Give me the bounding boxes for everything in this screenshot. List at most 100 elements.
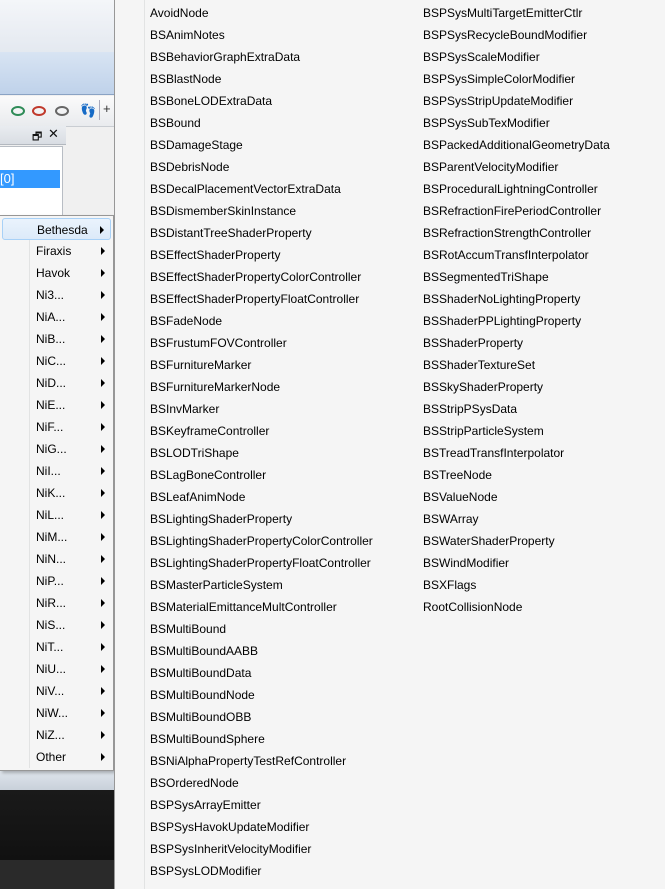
block-type-item[interactable]: BSPSysMultiTargetEmitterCtlr	[423, 2, 582, 24]
block-type-item[interactable]: BSMasterParticleSystem	[150, 574, 283, 596]
block-type-item[interactable]: BSEffectShaderProperty	[150, 244, 281, 266]
block-type-item[interactable]: BSBlastNode	[150, 68, 221, 90]
block-type-item[interactable]: BSPSysSubTexModifier	[423, 112, 550, 134]
block-type-item[interactable]: BSLagBoneController	[150, 464, 266, 486]
menu-item-niv[interactable]: NiV...	[2, 680, 111, 702]
block-type-item[interactable]: BSPSysScaleModifier	[423, 46, 540, 68]
menu-item-nic[interactable]: NiC...	[2, 350, 111, 372]
block-type-item[interactable]: BSLightingShaderProperty	[150, 508, 292, 530]
block-type-item[interactable]: BSDismemberSkinInstance	[150, 200, 296, 222]
block-type-item[interactable]: BSBoneLODExtraData	[150, 90, 272, 112]
block-type-item[interactable]: BSRotAccumTransfInterpolator	[423, 244, 589, 266]
menu-item-other[interactable]: Other	[2, 746, 111, 768]
block-type-item[interactable]: BSPSysInheritVelocityModifier	[150, 838, 311, 860]
block-type-item[interactable]: BSShaderNoLightingProperty	[423, 288, 580, 310]
menu-item-nik[interactable]: NiK...	[2, 482, 111, 504]
block-type-item[interactable]: BSPSysArrayEmitter	[150, 794, 261, 816]
selected-block-row[interactable]: [0]	[0, 170, 60, 188]
block-type-item[interactable]: BSWindModifier	[423, 552, 509, 574]
block-type-item[interactable]: BSPSysRecycleBoundModifier	[423, 24, 587, 46]
block-type-item[interactable]: BSMultiBoundSphere	[150, 728, 265, 750]
block-type-item[interactable]: BSMultiBoundAABB	[150, 640, 258, 662]
block-type-item[interactable]: BSLightingShaderPropertyFloatController	[150, 552, 371, 574]
block-type-item[interactable]: BSNiAlphaPropertyTestRefController	[150, 750, 346, 772]
block-type-item[interactable]: BSRefractionFirePeriodController	[423, 200, 601, 222]
block-type-item[interactable]: BSKeyframeController	[150, 420, 269, 442]
block-type-item[interactable]: BSStripPSysData	[423, 398, 517, 420]
menu-item-niw[interactable]: NiW...	[2, 702, 111, 724]
block-type-item[interactable]: BSMultiBoundNode	[150, 684, 255, 706]
block-type-item[interactable]: BSOrderedNode	[150, 772, 239, 794]
block-type-item[interactable]: BSBehaviorGraphExtraData	[150, 46, 300, 68]
block-type-item[interactable]: BSMultiBound	[150, 618, 226, 640]
block-type-item[interactable]: BSValueNode	[423, 486, 498, 508]
block-type-item[interactable]: BSBound	[150, 112, 201, 134]
block-type-item[interactable]: BSFadeNode	[150, 310, 222, 332]
block-type-item[interactable]: BSDebrisNode	[150, 156, 229, 178]
menu-item-ni3[interactable]: Ni3...	[2, 284, 111, 306]
block-type-item[interactable]: BSPSysHavokUpdateModifier	[150, 816, 309, 838]
block-type-item[interactable]: BSTreeNode	[423, 464, 492, 486]
block-type-item[interactable]: BSTreadTransfInterpolator	[423, 442, 564, 464]
block-type-item[interactable]: BSSkyShaderProperty	[423, 376, 543, 398]
menu-item-havok[interactable]: Havok	[2, 262, 111, 284]
menu-item-nig[interactable]: NiG...	[2, 438, 111, 460]
menu-item-nii[interactable]: NiI...	[2, 460, 111, 482]
eye-green-icon[interactable]	[11, 106, 25, 116]
menu-item-nin[interactable]: NiN...	[2, 548, 111, 570]
block-type-item[interactable]: BSPackedAdditionalGeometryData	[423, 134, 610, 156]
plus-icon[interactable]: +	[103, 101, 111, 116]
menu-item-nie[interactable]: NiE...	[2, 394, 111, 416]
menu-item-nif[interactable]: NiF...	[2, 416, 111, 438]
block-type-item[interactable]: BSDecalPlacementVectorExtraData	[150, 178, 341, 200]
menu-item-bethesda[interactable]: Bethesda	[2, 218, 111, 240]
block-type-item[interactable]: BSShaderTextureSet	[423, 354, 535, 376]
block-type-item[interactable]: BSSegmentedTriShape	[423, 266, 549, 288]
footprints-icon[interactable]: 👣	[80, 103, 96, 118]
block-type-item[interactable]: BSShaderPPLightingProperty	[423, 310, 581, 332]
block-type-item[interactable]: BSPSysSimpleColorModifier	[423, 68, 575, 90]
menu-item-nib[interactable]: NiB...	[2, 328, 111, 350]
menu-item-nia[interactable]: NiA...	[2, 306, 111, 328]
block-type-item[interactable]: BSXFlags	[423, 574, 476, 596]
block-type-item[interactable]: AvoidNode	[150, 2, 209, 24]
block-type-item[interactable]: BSShaderProperty	[423, 332, 523, 354]
block-type-item[interactable]: BSParentVelocityModifier	[423, 156, 558, 178]
block-type-item[interactable]: BSFrustumFOVController	[150, 332, 287, 354]
block-type-item[interactable]: BSProceduralLightningController	[423, 178, 598, 200]
menu-item-nis[interactable]: NiS...	[2, 614, 111, 636]
block-type-item[interactable]: BSAnimNotes	[150, 24, 225, 46]
block-type-item[interactable]: BSRefractionStrengthController	[423, 222, 591, 244]
block-type-item[interactable]: BSDamageStage	[150, 134, 243, 156]
menu-item-niu[interactable]: NiU...	[2, 658, 111, 680]
block-type-item[interactable]: BSLODTriShape	[150, 442, 239, 464]
block-type-item[interactable]: BSFurnitureMarkerNode	[150, 376, 280, 398]
menu-item-nit[interactable]: NiT...	[2, 636, 111, 658]
menu-item-nid[interactable]: NiD...	[2, 372, 111, 394]
block-type-item[interactable]: BSWaterShaderProperty	[423, 530, 555, 552]
block-type-item[interactable]: BSLeafAnimNode	[150, 486, 245, 508]
block-type-item[interactable]: BSFurnitureMarker	[150, 354, 251, 376]
menu-item-nim[interactable]: NiM...	[2, 526, 111, 548]
menu-item-niz[interactable]: NiZ...	[2, 724, 111, 746]
block-type-item[interactable]: BSLightingShaderPropertyColorController	[150, 530, 373, 552]
restore-icon[interactable]: 🗗	[32, 128, 42, 147]
block-type-item[interactable]: BSMultiBoundData	[150, 662, 251, 684]
block-type-item[interactable]: RootCollisionNode	[423, 596, 522, 618]
block-type-item[interactable]: BSMaterialEmittanceMultController	[150, 596, 337, 618]
menu-item-nil[interactable]: NiL...	[2, 504, 111, 526]
block-type-item[interactable]: BSPSysLODModifier	[150, 860, 261, 882]
menu-item-nir[interactable]: NiR...	[2, 592, 111, 614]
block-type-item[interactable]: BSStripParticleSystem	[423, 420, 544, 442]
menu-item-firaxis[interactable]: Firaxis	[2, 240, 111, 262]
block-type-item[interactable]: BSEffectShaderPropertyFloatController	[150, 288, 359, 310]
block-type-item[interactable]: BSWArray	[423, 508, 479, 530]
block-type-item[interactable]: BSEffectShaderPropertyColorController	[150, 266, 361, 288]
block-type-item[interactable]: BSInvMarker	[150, 398, 219, 420]
menu-item-nip[interactable]: NiP...	[2, 570, 111, 592]
block-type-item[interactable]: BSMultiBoundOBB	[150, 706, 251, 728]
block-type-item[interactable]: BSPSysStripUpdateModifier	[423, 90, 573, 112]
close-icon[interactable]: ✕	[48, 126, 59, 142]
eye-red-icon[interactable]	[32, 106, 46, 116]
block-type-item[interactable]: BSDistantTreeShaderProperty	[150, 222, 312, 244]
